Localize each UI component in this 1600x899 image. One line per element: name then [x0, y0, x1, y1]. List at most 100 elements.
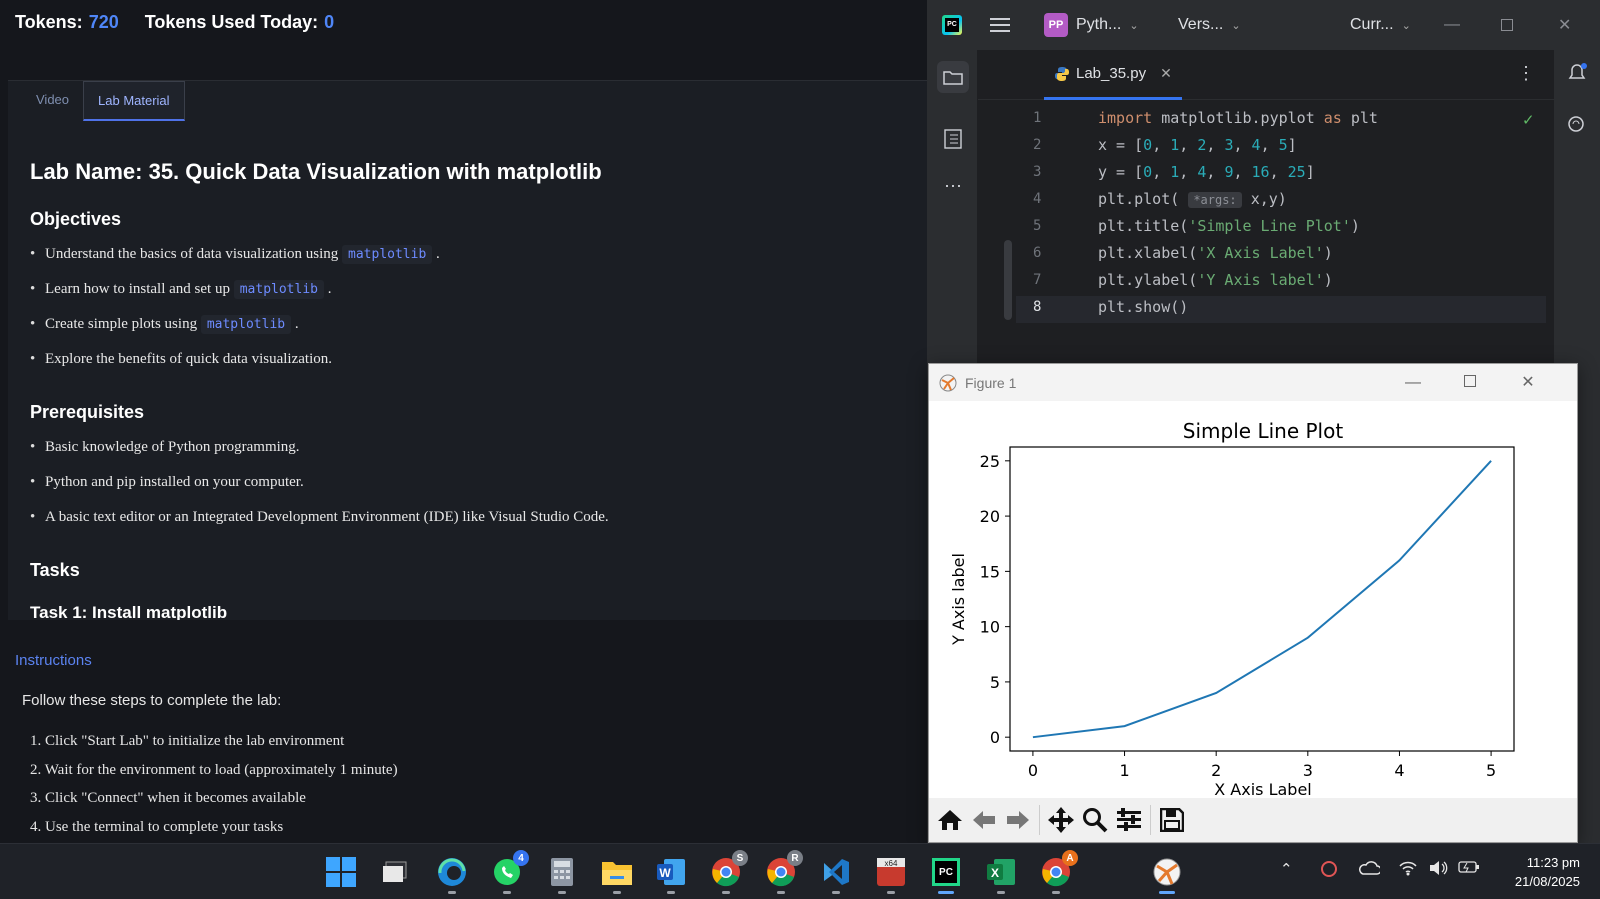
x-values: 0 — [1143, 136, 1153, 154]
objective-text: Explore the benefits of quick data visua… — [45, 351, 332, 367]
code-token: plt — [1341, 109, 1378, 127]
minimize-icon[interactable]: — — [1388, 364, 1438, 401]
calculator-icon[interactable] — [542, 852, 582, 894]
figure-window[interactable]: Figure 1 — ✕ Simple Line Plot 0 1 2 3 4 5 0 5 1… — [928, 363, 1578, 843]
objective-suffix: . — [327, 281, 332, 297]
file-tab[interactable]: Lab_35.py ✕ — [1044, 50, 1182, 100]
code-token: as — [1323, 109, 1342, 127]
zoom-icon[interactable] — [1078, 803, 1112, 837]
minimize-icon[interactable]: — — [1444, 0, 1460, 50]
x-tick-label: 4 — [1394, 761, 1404, 780]
maximize-icon[interactable] — [1501, 0, 1513, 50]
whatsapp-icon[interactable]: 4 — [487, 850, 529, 894]
ai-assistant-icon[interactable] — [1566, 114, 1588, 141]
chrome-icon[interactable]: A — [1036, 850, 1078, 894]
y-axis: 0 5 10 15 20 25 — [980, 452, 1010, 747]
wifi-icon[interactable] — [1398, 860, 1418, 880]
x-axis: 0 1 2 3 4 5 — [1028, 751, 1496, 780]
svg-text:x64: x64 — [885, 859, 898, 868]
close-icon[interactable]: ✕ — [1558, 0, 1571, 50]
chart-title: Simple Line Plot — [1183, 419, 1344, 443]
figure-toolbar — [929, 798, 1577, 842]
matplotlib-logo-icon — [939, 374, 957, 391]
x-tick-label: 2 — [1211, 761, 1221, 780]
main-menu-icon[interactable] — [990, 0, 1010, 50]
ide-title-bar: PP Pyth... ⌄ Vers... ⌄ Curr... ⌄ — ✕ — [928, 0, 1600, 50]
editor-scrollbar[interactable] — [1004, 240, 1012, 320]
series-points — [1032, 460, 1492, 738]
lab-tabs: Video Lab Material — [22, 81, 185, 121]
tab-video[interactable]: Video — [22, 81, 83, 121]
y-values: 0 — [1143, 163, 1153, 181]
excel-icon[interactable]: X — [981, 852, 1021, 894]
folder-icon[interactable] — [937, 61, 969, 93]
instructions-link[interactable]: Instructions — [15, 652, 92, 669]
objective-text: Create simple plots using — [45, 316, 198, 332]
profile-badge: R — [787, 850, 803, 866]
tab-lab-material[interactable]: Lab Material — [83, 81, 185, 121]
code-line: plt.title('Simple Line Plot') — [1098, 217, 1360, 235]
start-icon[interactable] — [321, 852, 361, 892]
x64-tool-icon[interactable]: x64 — [871, 852, 911, 894]
matplotlib-figure-icon[interactable] — [1147, 852, 1187, 894]
list-item: Python and pip installed on your compute… — [30, 472, 910, 507]
task-view-icon[interactable] — [375, 852, 415, 892]
clock[interactable]: 11:23 pm 21/08/2025 — [1515, 853, 1580, 891]
chrome-icon[interactable]: S — [706, 850, 748, 894]
code-token: plt.show() — [1098, 298, 1189, 316]
chevron-down-icon: ⌄ — [1231, 19, 1241, 32]
save-icon[interactable] — [1155, 803, 1189, 837]
battery-icon[interactable] — [1458, 860, 1480, 878]
lab-pane: Tokens: 720 Tokens Used Today: 0 Video Lab … — [0, 0, 927, 843]
pycharm-icon[interactable]: PC — [926, 852, 966, 894]
run-config-selector[interactable]: Curr... ⌄ — [1350, 0, 1411, 50]
profile-badge: S — [732, 850, 748, 866]
close-icon[interactable]: ✕ — [1503, 364, 1553, 401]
structure-icon[interactable] — [937, 123, 969, 155]
home-icon[interactable] — [933, 803, 967, 837]
edge-icon[interactable] — [432, 852, 472, 894]
code-line: plt.plot( *args: x,y) — [1098, 186, 1378, 213]
code-line: plt.xlabel('X Axis Label') — [1098, 244, 1333, 262]
code-line: y = [0, 1, 4, 9, 16, 25] — [1098, 163, 1315, 181]
code-lines[interactable]: import matplotlib.pyplot as plt x = [0, … — [1098, 105, 1378, 321]
code-token: plt.plot( — [1098, 190, 1189, 208]
close-tab-icon[interactable]: ✕ — [1160, 65, 1172, 82]
volume-icon[interactable] — [1428, 860, 1448, 880]
line-number-gutter: 1 2 3 4 5 6 7 8 — [1033, 105, 1078, 321]
pan-icon[interactable] — [1044, 803, 1078, 837]
chevron-up-icon[interactable]: ⌃ — [1280, 860, 1293, 878]
project-badge: PP — [1044, 13, 1068, 37]
code-line: x = [0, 1, 2, 3, 4, 5] — [1098, 136, 1297, 154]
vcs-selector[interactable]: Vers... ⌄ — [1178, 0, 1241, 50]
plot-canvas[interactable]: Simple Line Plot 0 1 2 3 4 5 0 5 10 15 20 25 X Axi… — [929, 401, 1577, 799]
y-tick-label: 0 — [990, 728, 1000, 747]
chrome-icon[interactable]: R — [761, 850, 803, 894]
configure-subplots-icon[interactable] — [1112, 803, 1146, 837]
vcs-label: Vers... — [1178, 16, 1224, 33]
notifications-icon[interactable] — [1566, 62, 1588, 89]
security-icon[interactable] — [1320, 860, 1338, 882]
profile-badge: A — [1062, 850, 1078, 866]
code-line: plt.ylabel('Y Axis label') — [1098, 271, 1333, 289]
y-axis-label: Y Axis label — [949, 553, 968, 646]
forward-icon[interactable] — [1001, 803, 1035, 837]
maximize-icon[interactable] — [1445, 364, 1495, 401]
tokens-used-label: Tokens Used Today: — [144, 12, 319, 32]
code-string: 'Simple Line Plot' — [1188, 217, 1351, 235]
tasks-heading: Tasks — [30, 560, 80, 580]
lab-material-card[interactable]: Video Lab Material Lab Name: 35. Quick D… — [8, 80, 927, 620]
word-icon[interactable]: W — [651, 852, 691, 894]
file-explorer-icon[interactable] — [597, 852, 637, 894]
back-icon[interactable] — [967, 803, 1001, 837]
word-label: W — [659, 866, 671, 880]
more-options-icon[interactable]: ⋮ — [1517, 63, 1535, 84]
code-token: matplotlib.pyplot — [1152, 109, 1324, 127]
project-selector[interactable]: PP Pyth... ⌄ — [1044, 0, 1139, 50]
code-string: 'X Axis Label' — [1197, 244, 1324, 262]
vscode-icon[interactable] — [816, 852, 856, 894]
list-item: Create simple plots using matplotlib . — [30, 314, 910, 349]
code-token: plt.title( — [1098, 217, 1189, 235]
more-tools-icon[interactable]: ⋯ — [937, 170, 969, 202]
onedrive-icon[interactable] — [1358, 860, 1382, 880]
